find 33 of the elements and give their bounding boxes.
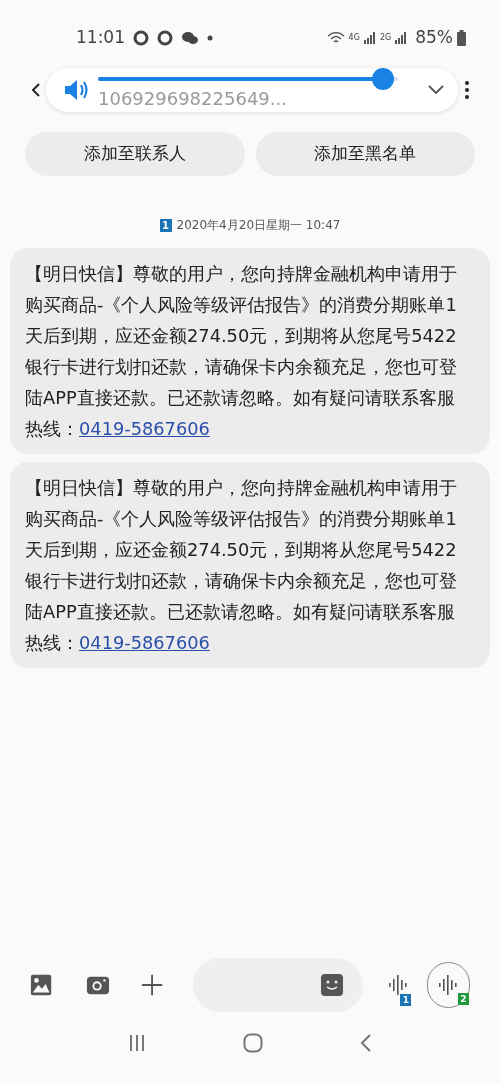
phone-number: 106929698225649... [98,89,287,109]
battery-percent: 85% [415,26,453,50]
voice-icon [437,974,460,996]
volume-thumb[interactable] [372,68,394,90]
network-label: 2G [379,34,392,42]
signal-icon [395,32,408,44]
action-button[interactable]: 添加至联系人 [25,132,245,176]
recent-apps-icon[interactable] [128,1034,147,1052]
sim-badge: 1 [400,994,412,1006]
network-label: 4G [348,34,360,42]
gallery-icon[interactable] [30,973,53,997]
sim-badge: 1 [159,218,172,232]
action-button[interactable]: 添加至黑名单 [255,132,475,176]
voice-button[interactable]: 1 [387,962,412,1008]
phone-link[interactable]: 0419-5867606 [79,632,210,653]
status-time: 11:01 [76,26,125,50]
signal-icon [363,32,376,44]
message-text: 【明日快信】尊敬的用户，您向持牌金融机构申请用于购买商品-《个人风险等级评估报告》的消费分期账单1天后到期，应还金额274.50元，到期将从您尾号5422银行卡进行划扣还款，请确保卡内余额充足，您也可登陆APP直接还款。已还款请忽略。如有疑问请联系客服热线：0419-5867606 [25,262,458,441]
sticker-icon[interactable] [321,974,344,996]
sim-badge: 2 [458,993,469,1005]
dot-icon [207,35,213,41]
message-date: 2020年4月20日星期一 10:47 [176,217,341,234]
message-text: 【明日快信】尊敬的用户，您向持牌金融机构申请用于购买商品-《个人风险等级评估报告》的消费分期账单1天后到期，应还金额274.50元，到期将从您尾号5422银行卡进行划扣还款，请确保卡内余额充足，您也可登陆APP直接还款。已还款请忽略。如有疑问请联系客服热线：0419-5867606 [25,476,458,655]
home-icon[interactable] [243,1033,263,1053]
battery-icon [457,30,466,46]
plus-icon[interactable] [141,973,164,997]
more-icon[interactable] [464,80,470,100]
phone-link[interactable]: 0419-5867606 [79,418,210,439]
wifi-icon [326,31,345,45]
speaker-icon[interactable] [64,79,90,101]
back-icon[interactable] [30,82,42,98]
camera-icon[interactable] [86,974,111,996]
chevron-down-icon[interactable] [428,85,444,95]
